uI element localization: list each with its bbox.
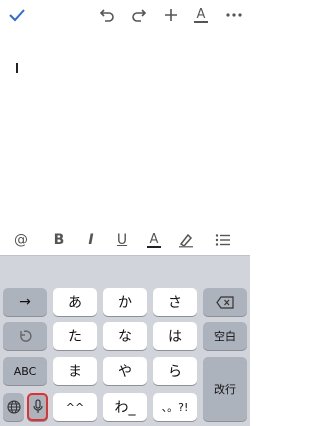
backspace-icon bbox=[216, 295, 234, 309]
space-key[interactable]: 空白 bbox=[203, 322, 247, 350]
text-color-button[interactable]: A bbox=[143, 227, 165, 253]
mention-button[interactable]: @ bbox=[10, 227, 32, 253]
kana-key-label: ら bbox=[168, 364, 182, 380]
kana-key-label: か bbox=[118, 295, 132, 311]
text-caret bbox=[16, 63, 18, 73]
kana-key-label: ^^ bbox=[65, 400, 85, 414]
kana-key-punctuation[interactable]: 、。?! bbox=[153, 393, 197, 421]
kana-key-ta[interactable]: た bbox=[53, 322, 97, 350]
kana-key-ma[interactable]: ま bbox=[53, 357, 97, 385]
undo-key-icon bbox=[20, 330, 32, 342]
plus-icon[interactable] bbox=[160, 3, 182, 27]
return-key-label: 改行 bbox=[214, 383, 236, 396]
kana-key-ra[interactable]: ら bbox=[153, 357, 197, 385]
arrow-key[interactable]: → bbox=[3, 288, 47, 316]
undo-key[interactable] bbox=[3, 322, 47, 350]
globe-key[interactable] bbox=[3, 393, 24, 421]
microphone-key[interactable] bbox=[27, 393, 48, 421]
kana-key-a[interactable]: あ bbox=[53, 288, 97, 316]
undo-icon[interactable] bbox=[96, 3, 118, 27]
top-toolbar: A bbox=[0, 0, 250, 30]
kana-key-label: や bbox=[118, 364, 132, 380]
kana-key-ha[interactable]: は bbox=[153, 322, 197, 350]
format-toolbar: @ B I U A bbox=[0, 227, 250, 253]
kana-key-emoticon[interactable]: ^^ bbox=[53, 393, 97, 421]
kana-key-ka[interactable]: か bbox=[103, 288, 147, 316]
return-key[interactable]: 改行 bbox=[203, 357, 247, 421]
more-dots-icon[interactable] bbox=[222, 3, 246, 27]
kana-key-label: 、。?! bbox=[161, 401, 189, 414]
kana-key-label: は bbox=[168, 329, 182, 345]
kana-key-label: た bbox=[68, 329, 82, 345]
kana-key-na[interactable]: な bbox=[103, 322, 147, 350]
kana-key-ya[interactable]: や bbox=[103, 357, 147, 385]
backspace-key[interactable] bbox=[203, 288, 247, 316]
abc-mode-label: ABC bbox=[13, 364, 37, 378]
bulleted-list-icon[interactable] bbox=[212, 227, 234, 253]
bold-label: B bbox=[53, 232, 65, 248]
document-editor[interactable] bbox=[0, 30, 250, 225]
kana-key-wa[interactable]: わ_ bbox=[103, 393, 147, 421]
italic-label: I bbox=[88, 232, 94, 248]
text-color-label: A bbox=[150, 232, 159, 247]
abc-mode-key[interactable]: ABC bbox=[3, 357, 47, 385]
text-format-label: A bbox=[197, 7, 206, 22]
kana-key-label: さ bbox=[168, 295, 182, 311]
checkmark-icon[interactable] bbox=[6, 3, 28, 27]
space-key-label: 空白 bbox=[214, 330, 236, 343]
japanese-keyboard: → ABC あ か さ た な は ま や ら ^^ わ_ 、。?! 空白 改行 bbox=[0, 255, 250, 426]
microphone-icon bbox=[32, 399, 43, 413]
bold-button[interactable]: B bbox=[48, 227, 70, 253]
kana-key-label: な bbox=[118, 329, 132, 345]
kana-key-label: ま bbox=[68, 364, 82, 380]
underline-button[interactable]: U bbox=[111, 227, 133, 253]
kana-key-sa[interactable]: さ bbox=[153, 288, 197, 316]
globe-icon bbox=[6, 400, 21, 414]
kana-key-label: あ bbox=[68, 295, 82, 311]
italic-button[interactable]: I bbox=[80, 227, 102, 253]
kana-key-label: わ_ bbox=[114, 400, 136, 416]
mention-label: @ bbox=[14, 232, 28, 248]
redo-icon[interactable] bbox=[128, 3, 150, 27]
text-format-icon[interactable]: A bbox=[190, 3, 212, 27]
highlighter-icon[interactable] bbox=[175, 227, 197, 253]
arrow-key-label: → bbox=[19, 294, 31, 310]
underline-label: U bbox=[116, 232, 128, 248]
